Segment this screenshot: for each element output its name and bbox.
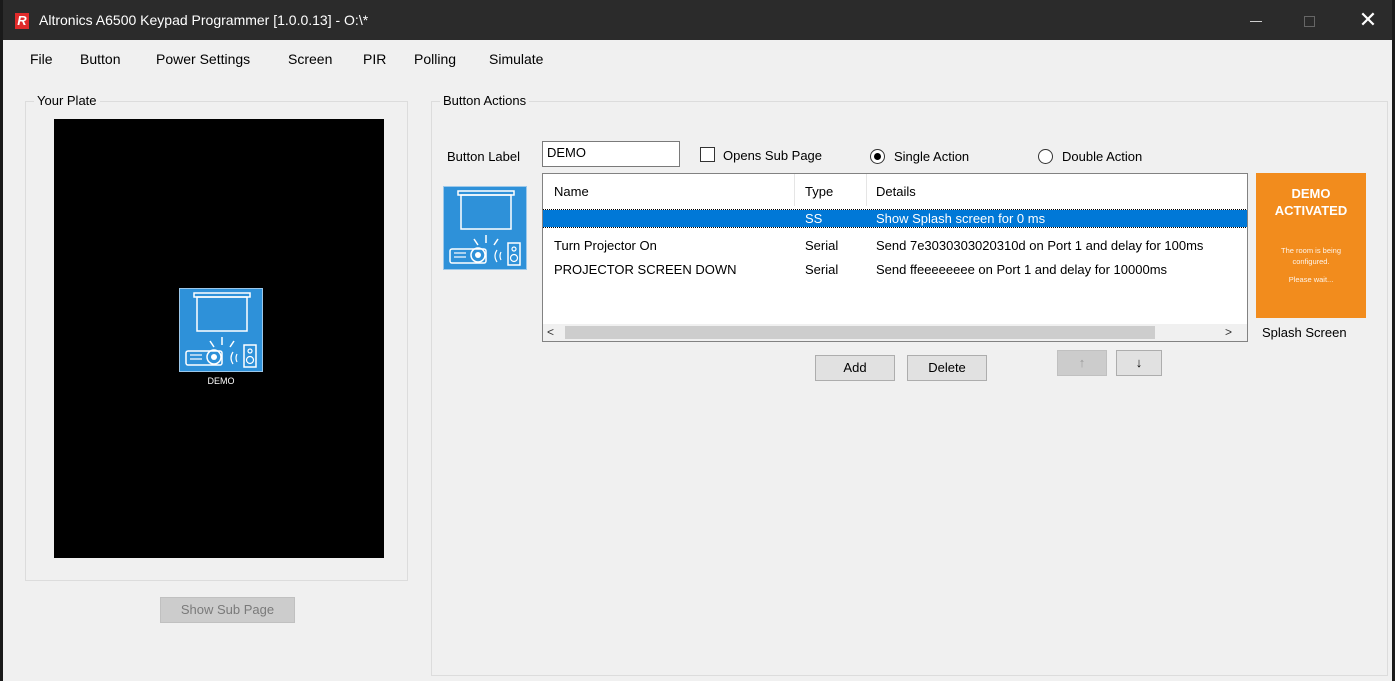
column-header-details[interactable]: Details — [876, 184, 916, 199]
column-separator[interactable] — [794, 174, 795, 206]
projector-screen-icon — [185, 292, 257, 368]
horizontal-scrollbar[interactable]: < > — [543, 324, 1247, 341]
button-label-field[interactable]: DEMO — [542, 141, 680, 167]
radio-selected-dot — [874, 153, 881, 160]
maximize-icon — [1303, 15, 1315, 27]
title-bar: R Altronics A6500 Keypad Programmer [1.0… — [3, 0, 1392, 40]
menu-polling[interactable]: Polling — [414, 51, 456, 67]
button-actions-title: Button Actions — [440, 93, 530, 108]
arrow-up-icon: ↑ — [1078, 355, 1086, 370]
minimize-icon — [1250, 20, 1262, 22]
row-details: Send ffeeeeeeee on Port 1 and delay for … — [876, 262, 1168, 277]
add-button[interactable]: Add — [815, 355, 895, 381]
your-plate-title: Your Plate — [34, 93, 100, 108]
column-header-type[interactable]: Type — [805, 184, 833, 199]
splash-wait-text: Please wait... — [1288, 275, 1334, 284]
scrollbar-thumb[interactable] — [565, 326, 1155, 339]
splash-title: DEMO ACTIVATED — [1274, 186, 1348, 218]
menu-pir[interactable]: PIR — [363, 51, 386, 67]
row-details: Send 7e3030303020310d on Port 1 and dela… — [876, 238, 1204, 253]
list-row[interactable]: PROJECTOR SCREEN DOWN Serial Send ffeeee… — [543, 261, 1247, 278]
double-action-radio[interactable] — [1038, 149, 1053, 164]
column-separator[interactable] — [866, 174, 867, 206]
list-row[interactable]: Turn Projector On Serial Send 7e30303030… — [543, 237, 1247, 254]
single-action-label[interactable]: Single Action — [894, 149, 969, 164]
scroll-right-icon[interactable]: > — [1225, 324, 1237, 341]
opens-sub-page-checkbox[interactable] — [700, 147, 715, 162]
app-window: R Altronics A6500 Keypad Programmer [1.0… — [0, 0, 1395, 681]
window-title: Altronics A6500 Keypad Programmer [1.0.0… — [39, 12, 369, 28]
maximize-button[interactable] — [1286, 0, 1332, 40]
scroll-left-icon[interactable]: < — [547, 324, 559, 341]
row-type: Serial — [805, 262, 839, 277]
app-logo-icon: R — [15, 13, 29, 29]
actions-list[interactable]: Name Type Details SS Show Splash screen … — [542, 173, 1248, 342]
minimize-button[interactable] — [1233, 0, 1279, 40]
splash-message: The room is being configured. — [1280, 246, 1342, 266]
menu-simulate[interactable]: Simulate — [489, 51, 543, 67]
close-button[interactable]: ✕ — [1345, 0, 1391, 40]
delete-button[interactable]: Delete — [907, 355, 987, 381]
splash-screen-preview[interactable]: DEMO ACTIVATED The room is being configu… — [1256, 173, 1366, 318]
projector-screen-icon — [449, 190, 521, 266]
opens-sub-page-label[interactable]: Opens Sub Page — [723, 148, 822, 163]
row-type: SS — [805, 211, 823, 226]
single-action-radio[interactable] — [870, 149, 885, 164]
arrow-down-icon: ↓ — [1135, 355, 1143, 370]
splash-screen-caption: Splash Screen — [1262, 325, 1347, 340]
row-name: Turn Projector On — [554, 238, 657, 253]
button-icon-picker[interactable] — [443, 186, 527, 270]
move-up-button[interactable]: ↑ — [1057, 350, 1107, 376]
plate-button-tile[interactable] — [179, 288, 263, 372]
move-down-button[interactable]: ↓ — [1116, 350, 1162, 376]
menu-button[interactable]: Button — [80, 51, 120, 67]
double-action-label[interactable]: Double Action — [1062, 149, 1142, 164]
row-type: Serial — [805, 238, 839, 253]
menu-bar: File Button Power Settings Screen PIR Po… — [3, 40, 1392, 80]
list-row[interactable]: SS Show Splash screen for 0 ms — [543, 209, 1247, 228]
show-sub-page-button[interactable]: Show Sub Page — [160, 597, 295, 623]
row-details: Show Splash screen for 0 ms — [876, 211, 1046, 226]
menu-file[interactable]: File — [30, 51, 53, 67]
column-header-name[interactable]: Name — [554, 184, 589, 199]
list-header: Name Type Details — [543, 174, 1247, 206]
menu-power-settings[interactable]: Power Settings — [156, 51, 250, 67]
menu-screen[interactable]: Screen — [288, 51, 332, 67]
button-label-caption: Button Label — [447, 149, 521, 164]
close-icon: ✕ — [1358, 7, 1378, 32]
row-name: PROJECTOR SCREEN DOWN — [554, 262, 737, 277]
plate-button-label: DEMO — [207, 376, 235, 386]
